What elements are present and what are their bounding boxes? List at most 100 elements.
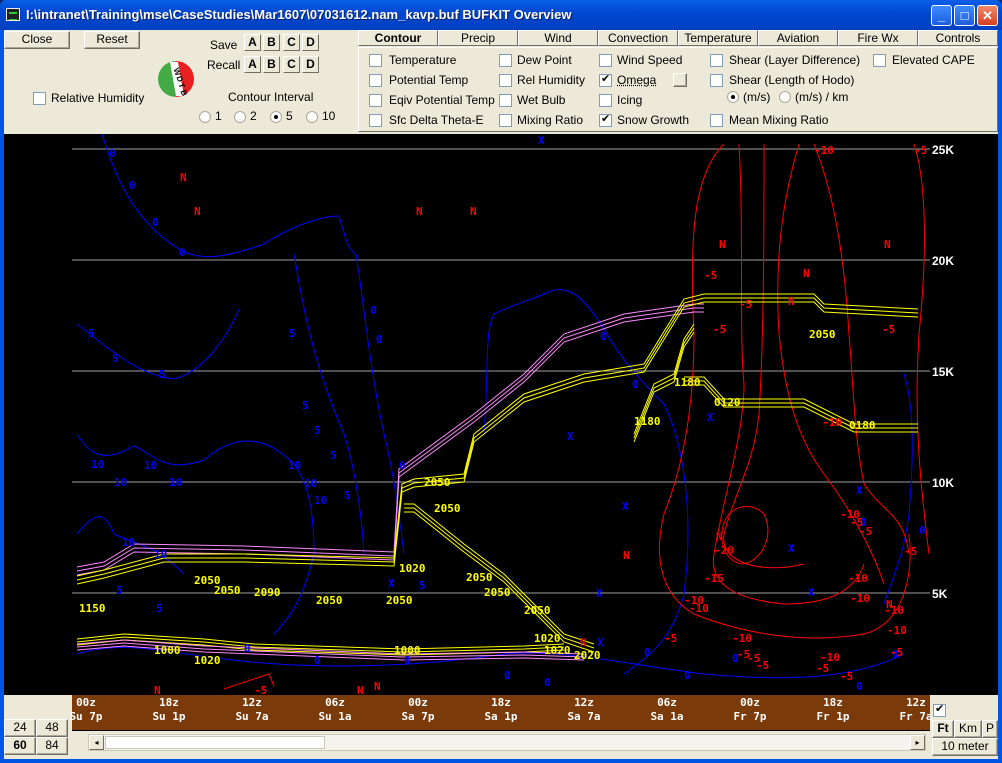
hours-60-button[interactable]: 60: [4, 737, 36, 755]
icing-checkbox[interactable]: [599, 94, 612, 107]
units-km-button[interactable]: Km: [954, 720, 982, 738]
wet-bulb-checkbox[interactable]: [499, 94, 512, 107]
app-icon: [6, 8, 20, 21]
interval-1-radio[interactable]: [199, 111, 211, 123]
interval-5-radio[interactable]: [270, 111, 282, 123]
interval-5-label: 5: [286, 109, 293, 123]
sfc-delta-theta-e-label: Sfc Delta Theta-E: [389, 113, 484, 127]
potential-temp-checkbox[interactable]: [369, 74, 382, 87]
snow-growth-zone: [76, 297, 919, 581]
snow-growth-label: 1180: [634, 415, 661, 428]
snow-growth-label: 1020: [194, 654, 221, 667]
snow-growth-label: 1000: [154, 644, 181, 657]
save-a-button[interactable]: A: [244, 34, 261, 51]
interval-10-radio[interactable]: [306, 111, 318, 123]
close-button[interactable]: Close: [4, 31, 70, 49]
shear-ms-km-radio[interactable]: [779, 91, 791, 103]
units-p-button[interactable]: P: [982, 720, 998, 738]
omega-label-positive: 0: [504, 669, 511, 682]
neutral-point-marker: N: [623, 549, 630, 562]
units-ft-button[interactable]: Ft: [932, 720, 954, 738]
omega-label-positive: 0: [370, 304, 377, 317]
save-d-button[interactable]: D: [302, 34, 319, 51]
omega-checkbox[interactable]: [599, 72, 612, 87]
time-tick-label: 06z Sa 1a: [642, 696, 692, 724]
shear-hodo-label: Shear (Length of Hodo): [729, 73, 855, 87]
interval-2-radio[interactable]: [234, 111, 246, 123]
omega-label-positive: 5: [289, 327, 296, 340]
save-c-button[interactable]: C: [283, 34, 300, 51]
temperature-checkbox[interactable]: [369, 54, 382, 67]
snow-growth-label: 2050: [214, 584, 241, 597]
omega-label-positive: 10: [114, 476, 127, 489]
wdtb-logo: W D T B: [158, 61, 194, 97]
scroll-thumb[interactable]: [105, 736, 325, 749]
recall-c-button[interactable]: C: [283, 56, 300, 73]
rel-humidity-checkbox[interactable]: [499, 74, 512, 87]
omega-contour-neg15: [723, 143, 805, 569]
omega-label-negative: -20: [714, 544, 734, 557]
tab-aviation[interactable]: Aviation: [758, 30, 838, 46]
sfc-delta-theta-e-checkbox[interactable]: [369, 114, 382, 127]
tab-fire-wx[interactable]: Fire Wx: [838, 30, 918, 46]
wind-speed-checkbox[interactable]: [599, 54, 612, 67]
snow-growth-zone: [76, 293, 919, 577]
omega-label-positive: 0: [314, 654, 321, 667]
relative-humidity-checkbox[interactable]: [33, 92, 46, 105]
local-time: Su 1a: [318, 710, 352, 723]
omega-contour-neg10: [712, 143, 865, 605]
scroll-right-arrow[interactable]: ▸: [910, 735, 925, 750]
dew-point-label: Dew Point: [517, 53, 572, 67]
shear-ms-radio[interactable]: [727, 91, 739, 103]
snow-growth-label: 2050: [424, 476, 451, 489]
hours-48-button[interactable]: 48: [36, 719, 68, 737]
scroll-left-arrow[interactable]: ◂: [89, 735, 104, 750]
title-bar[interactable]: I:\intranet\Training\mse\CaseStudies\Mar…: [0, 0, 1002, 30]
dew-point-checkbox[interactable]: [499, 54, 512, 67]
elevated-cape-checkbox[interactable]: [873, 54, 886, 67]
reset-button[interactable]: Reset: [84, 31, 140, 49]
omega-label-positive: 0: [109, 147, 116, 160]
eqiv-potential-temp-checkbox[interactable]: [369, 94, 382, 107]
omega-label-positive: 0: [399, 459, 406, 472]
hours-84-button[interactable]: 84: [36, 737, 68, 755]
utc-time: 00z: [408, 696, 428, 709]
time-height-plot[interactable]: 25K 20K 15K 10K 5K 1150 2050 2050 2090 2050 2050 10…: [4, 134, 998, 695]
omega-label-negative: -5: [816, 662, 829, 675]
height-tick-label: 25K: [932, 143, 954, 157]
omega-label-positive: 5: [419, 579, 426, 592]
mixing-ratio-checkbox[interactable]: [499, 114, 512, 127]
agl-level-button[interactable]: 10 meter: [932, 738, 998, 756]
recall-b-button[interactable]: B: [263, 56, 280, 73]
snow-growth-label: Snow Growth: [617, 113, 690, 127]
tab-precip[interactable]: Precip: [438, 30, 518, 46]
tab-wind[interactable]: Wind: [518, 30, 598, 46]
shear-layer-checkbox[interactable]: [710, 54, 723, 67]
maximize-button[interactable]: □: [954, 5, 975, 26]
contour-interval-label: Contour Interval: [228, 90, 314, 104]
tab-strip: Contour Precip Wind Convection Temperatu…: [358, 30, 998, 46]
units-checkbox[interactable]: [933, 702, 946, 717]
omega-label-positive: 10: [288, 459, 301, 472]
shear-ms-label: (m/s): [743, 90, 771, 104]
minimize-button[interactable]: _: [931, 5, 952, 26]
snow-growth-checkbox[interactable]: [599, 112, 612, 127]
close-window-button[interactable]: ✕: [977, 5, 998, 26]
extremum-marker: X: [596, 587, 603, 600]
tab-temperature[interactable]: Temperature: [678, 30, 758, 46]
recall-a-button[interactable]: A: [244, 56, 261, 73]
time-tick-label: 18z Sa 1p: [476, 696, 526, 724]
omega-label-negative: -10: [814, 144, 834, 157]
extremum-marker: X: [856, 484, 863, 497]
tab-contour[interactable]: Contour: [358, 30, 438, 46]
time-scrollbar[interactable]: ◂ ▸: [88, 734, 926, 751]
mean-mixing-ratio-checkbox[interactable]: [710, 114, 723, 127]
omega-color-button[interactable]: [673, 73, 687, 87]
save-b-button[interactable]: B: [263, 34, 280, 51]
recall-d-button[interactable]: D: [302, 56, 319, 73]
shear-hodo-checkbox[interactable]: [710, 74, 723, 87]
snow-growth-label: 2050: [386, 594, 413, 607]
tab-controls[interactable]: Controls: [918, 30, 998, 46]
tab-convection[interactable]: Convection: [598, 30, 678, 46]
hours-24-button[interactable]: 24: [4, 719, 36, 737]
